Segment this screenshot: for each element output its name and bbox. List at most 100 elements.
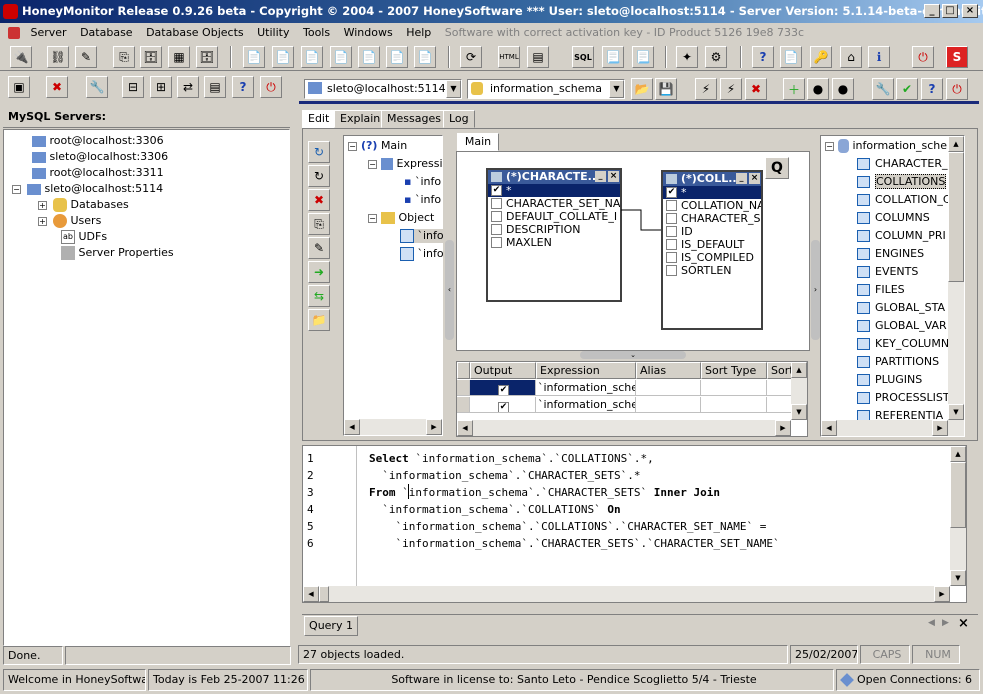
expression-cell[interactable]: `information_schema [536, 380, 636, 396]
execute-icon[interactable]: ⚡ [695, 78, 717, 100]
save-icon[interactable]: 💾 [655, 78, 677, 100]
column-row[interactable]: MAXLEN [488, 236, 620, 249]
sql-icon[interactable]: SQL [572, 46, 594, 68]
sync-icon[interactable]: ⇄ [177, 76, 199, 98]
disconnect-icon[interactable]: ⛓ [47, 46, 69, 68]
info-icon[interactable]: ℹ [868, 46, 890, 68]
minimize-table-button[interactable]: _ [736, 173, 747, 184]
column-row[interactable]: DEFAULT_COLLATE_I [488, 210, 620, 223]
refresh-icon[interactable]: ⟳ [460, 46, 482, 68]
tab-main[interactable]: Main [457, 133, 499, 151]
editor-vscroll[interactable]: ▲ ▼ [950, 446, 966, 586]
query-preview-button[interactable]: Q [765, 157, 789, 179]
query-close-icon[interactable]: ⏻ [946, 78, 968, 100]
scroll-up-icon[interactable]: ▲ [948, 136, 964, 152]
circle-icon[interactable]: ● [807, 78, 829, 100]
column-row[interactable]: CHARACTER_S [663, 212, 761, 225]
query-tab[interactable]: Query 1 [304, 616, 358, 636]
new-connection-icon[interactable]: ▣ [8, 76, 30, 98]
scroll-right-icon[interactable]: ▶ [934, 586, 950, 602]
home-icon[interactable]: ⌂ [840, 46, 862, 68]
report-icon[interactable]: ▤ [527, 46, 549, 68]
scroll-left-icon[interactable]: ◀ [457, 420, 473, 436]
rotate-icon[interactable]: ↻ [308, 141, 330, 163]
schema-table-item[interactable]: KEY_COLUMN [857, 337, 949, 351]
expressions-node[interactable]: − Expressi [368, 157, 443, 171]
delete-icon[interactable]: ✖ [308, 189, 330, 211]
add-icon[interactable]: ＋ [783, 78, 805, 100]
close-connection-icon[interactable]: ✖ [46, 76, 68, 98]
column-checkbox[interactable] [666, 252, 677, 263]
schema-table-item[interactable]: COLUMN_PRI [857, 229, 946, 243]
menu-help[interactable]: Help [406, 26, 431, 39]
copy-db-icon[interactable]: ⎘ [113, 46, 135, 68]
column-row[interactable]: SORTLEN [663, 264, 761, 277]
folder-icon[interactable]: 📁 [308, 309, 330, 331]
scroll-right-icon[interactable]: ▶ [932, 420, 948, 436]
edit-icon[interactable]: ✎ [75, 46, 97, 68]
column-row[interactable]: ID [663, 225, 761, 238]
save-query-icon[interactable]: 📄 [301, 46, 323, 68]
server-item[interactable]: root@localhost:3306 [32, 134, 164, 148]
col-sort-type[interactable]: Sort Type [701, 362, 767, 379]
object-item[interactable]: `info [400, 247, 444, 261]
table-character-sets[interactable]: (*)CHARACTE... _ × ✔ * CHARACTER_SET_NA DEF… [486, 168, 622, 302]
html-icon[interactable]: HTML [498, 46, 520, 68]
column-checkbox[interactable] [491, 224, 502, 235]
minimize-button[interactable]: _ [924, 4, 940, 18]
column-row[interactable]: IS_DEFAULT [663, 238, 761, 251]
db-icon[interactable]: 🗄 [140, 46, 162, 68]
scroll-down-icon[interactable]: ▼ [950, 570, 966, 586]
doc-icon[interactable]: 📄 [780, 46, 802, 68]
sort-type-cell[interactable] [701, 380, 767, 396]
scroll-left-icon[interactable]: ◀ [303, 586, 319, 602]
column-checkbox[interactable]: ✔ [491, 185, 502, 196]
collapse-toggle[interactable]: − [368, 160, 377, 169]
column-row[interactable]: ✔ * [488, 184, 620, 197]
column-row[interactable]: CHARACTER_SET_NA [488, 197, 620, 210]
schema-table-item[interactable]: ENGINES [857, 247, 924, 261]
scroll-left-icon[interactable]: ◀ [344, 419, 360, 435]
col-alias[interactable]: Alias [636, 362, 701, 379]
column-row[interactable]: COLLATION_NA [663, 199, 761, 212]
expression-item[interactable]: ▪ `info [404, 193, 441, 207]
join-line[interactable] [621, 192, 663, 242]
edit-pencil-icon[interactable]: ✎ [308, 237, 330, 259]
schema-table-item[interactable]: GLOBAL_VAR [857, 319, 947, 333]
scroll-thumb[interactable] [319, 586, 329, 602]
splitter-left[interactable]: ‹ [445, 240, 454, 340]
close-button[interactable]: × [962, 4, 978, 18]
connection-select[interactable]: sleto@localhost:5114 ▼ [304, 79, 462, 99]
close-table-button[interactable]: × [749, 173, 760, 184]
import-icon[interactable]: 📄 [386, 46, 408, 68]
script2-icon[interactable]: 📃 [632, 46, 654, 68]
tab-close-icon[interactable]: × [958, 616, 969, 631]
scroll-right-icon[interactable]: ▶ [775, 420, 791, 436]
output-cell[interactable]: ✔ [470, 397, 536, 413]
menu-tools[interactable]: Tools [303, 26, 330, 39]
chevron-down-icon[interactable]: ▼ [446, 80, 461, 98]
menu-server[interactable]: Server [31, 26, 67, 39]
maximize-button[interactable]: □ [942, 4, 958, 18]
collapse-toggle[interactable]: − [12, 185, 21, 194]
databases-node[interactable]: + Databases [38, 198, 129, 212]
help-icon[interactable]: ? [752, 46, 774, 68]
chevron-down-icon[interactable]: ▼ [609, 80, 624, 98]
output-checkbox[interactable]: ✔ [498, 402, 509, 412]
open-query-icon[interactable]: 📄 [272, 46, 294, 68]
schema-table-item[interactable]: GLOBAL_STA [857, 301, 945, 315]
scroll-down-icon[interactable]: ▼ [791, 404, 807, 420]
properties-icon[interactable]: ▤ [204, 76, 226, 98]
col-sort[interactable]: Sort [767, 362, 793, 379]
alias-cell[interactable] [636, 397, 701, 413]
schema-hscroll[interactable]: ◀ ▶ [821, 420, 964, 436]
main-node[interactable]: − (?) Main [348, 139, 407, 153]
column-checkbox[interactable] [666, 200, 677, 211]
print-icon[interactable]: 📄 [330, 46, 352, 68]
table-icon[interactable]: ▦ [168, 46, 190, 68]
schema-table-item[interactable]: COLLATIONS [857, 174, 947, 189]
column-checkbox[interactable] [666, 226, 677, 237]
sql-editor[interactable]: 1 2 3 4 5 6 Select `information_schema`.`COLL… [302, 445, 967, 603]
check-icon[interactable]: ✔ [896, 78, 918, 100]
expression-cell[interactable]: `information_schema [536, 397, 636, 413]
